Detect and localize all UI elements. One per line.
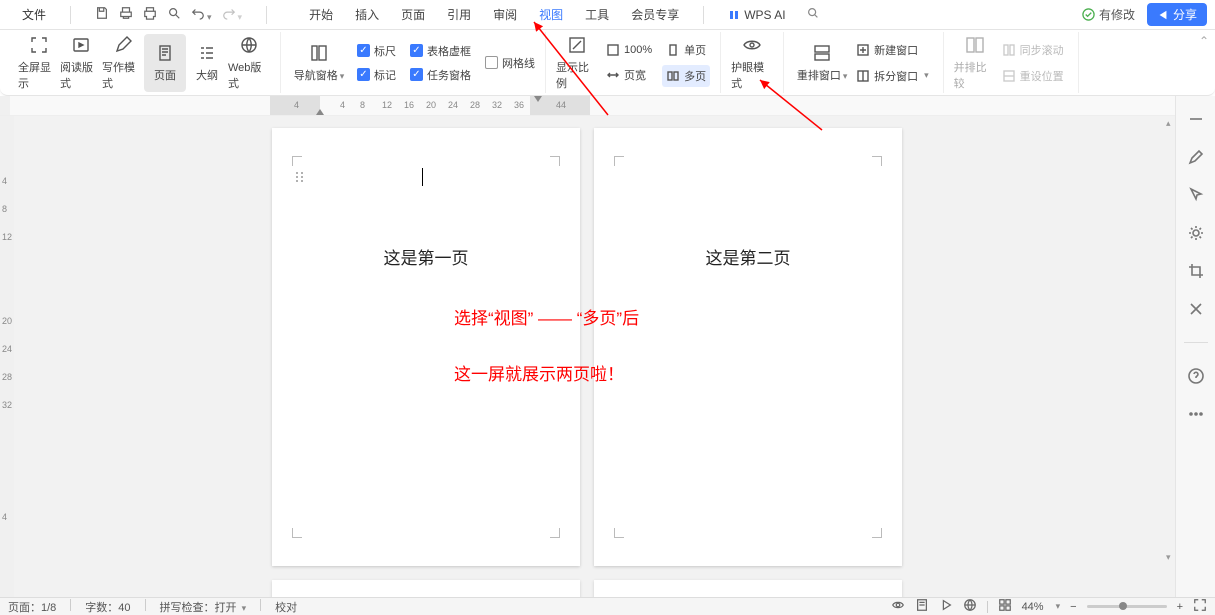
settings-icon[interactable]	[1187, 224, 1205, 242]
share-button[interactable]: 分享	[1147, 3, 1207, 26]
page-1[interactable]: 这是第一页	[272, 128, 580, 566]
annotation-line2: 这一屏就展示两页啦！	[454, 360, 624, 385]
redo-icon[interactable]: ▾	[222, 6, 243, 23]
group-compare: 并排比较 同步滚动 重设位置	[944, 32, 1079, 93]
group-eye: 护眼模式	[721, 32, 784, 93]
status-proofread[interactable]: 校对	[275, 599, 297, 615]
new-window-button[interactable]: 新建窗口	[852, 39, 933, 61]
rearrange-window-button[interactable]: 重排窗口▾	[794, 34, 850, 92]
reset-position-button: 重设位置	[998, 65, 1068, 87]
tab-reference[interactable]: 引用	[447, 6, 471, 23]
status-wordcount[interactable]: 字数：40	[85, 599, 130, 615]
cursor-icon[interactable]	[1187, 186, 1205, 204]
page-3-peek[interactable]	[272, 580, 580, 597]
outline-button[interactable]: 大纲	[186, 34, 228, 92]
status-bar: 页面：1/8 字数：40 拼写检查：打开 ▾ 校对 44%▾ − +	[0, 597, 1215, 615]
status-play-icon[interactable]	[939, 598, 953, 615]
save-icon[interactable]	[95, 6, 109, 23]
zoom-100-button[interactable]: 100%	[602, 40, 656, 60]
page-2[interactable]: 这是第二页	[594, 128, 902, 566]
ruler-checkbox[interactable]: 标尺	[357, 43, 396, 59]
eye-mode-button[interactable]: 护眼模式	[731, 34, 773, 92]
page-width-button[interactable]: 页宽	[602, 64, 656, 86]
pencil-icon[interactable]	[1187, 148, 1205, 166]
nav-pane-button[interactable]: 导航窗格▾	[291, 34, 347, 92]
status-grid-icon[interactable]	[998, 598, 1012, 615]
tab-insert[interactable]: 插入	[355, 6, 379, 23]
task-pane-checkbox[interactable]: 任务窗格	[410, 67, 471, 83]
group-navigation: 导航窗格▾ 标尺 标记 表格虚框 任务窗格 网格线	[281, 32, 546, 93]
print-preview-icon[interactable]	[119, 6, 133, 23]
search-icon[interactable]	[806, 6, 820, 23]
vertical-scrollbar[interactable]: ▴ ▾	[1165, 116, 1175, 597]
tab-review[interactable]: 审阅	[493, 6, 517, 23]
show-ratio-button[interactable]: 显示比例	[556, 34, 598, 92]
multi-page-button[interactable]: 多页	[662, 65, 710, 87]
print-icon[interactable]	[143, 6, 157, 23]
help-icon[interactable]	[1187, 367, 1205, 385]
status-page[interactable]: 页面：1/8	[8, 599, 56, 615]
web-layout-button[interactable]: Web版式	[228, 34, 270, 92]
workspace: 4 8 12 20 24 28 32 4 这是第一页 这是第二页 选择“视图”	[0, 116, 1175, 597]
fullscreen-button[interactable]: 全屏显示	[18, 34, 60, 92]
wps-ai-button[interactable]: WPS AI	[728, 8, 785, 22]
writing-mode-button[interactable]: 写作模式	[102, 34, 144, 92]
zoom-out-button[interactable]: −	[1070, 601, 1076, 613]
page-4-peek[interactable]	[594, 580, 902, 597]
zoom-slider[interactable]	[1087, 605, 1167, 608]
find-icon[interactable]	[167, 6, 181, 23]
crop-icon[interactable]	[1187, 262, 1205, 280]
menu-bar: 文件 ▾ ▾ 开始 插入 页面 引用 审阅 视图 工具 会员专享 WPS AI	[0, 0, 1215, 30]
more-icon[interactable]	[1187, 405, 1205, 423]
status-eye-icon[interactable]	[891, 598, 905, 615]
gridlines-checkbox[interactable]: 网格线	[485, 55, 535, 71]
group-view-mode: 全屏显示 阅读版式 写作模式 页面 大纲 Web版式	[8, 32, 281, 93]
status-zoom-label[interactable]: 44%	[1022, 601, 1044, 613]
page2-text: 这是第二页	[594, 244, 902, 269]
group-zoom: 显示比例 100% 页宽 单页 多页	[546, 32, 721, 93]
table-dashed-checkbox[interactable]: 表格虚框	[410, 43, 471, 59]
horizontal-ruler: 4 4 8 12 16 20 24 28 32 36 44	[0, 96, 1215, 116]
reading-mode-button[interactable]: 阅读版式	[60, 34, 102, 92]
status-spellcheck[interactable]: 拼写检查：打开 ▾	[160, 599, 247, 615]
page1-text: 这是第一页	[272, 244, 580, 269]
split-window-button[interactable]: 拆分窗口▾	[852, 65, 933, 87]
main-tabs: 开始 插入 页面 引用 审阅 视图 工具 会员专享	[309, 6, 679, 23]
tab-start[interactable]: 开始	[309, 6, 333, 23]
cross-tools-icon[interactable]	[1187, 300, 1205, 318]
sync-scroll-button: 同步滚动	[998, 39, 1068, 61]
group-window: 重排窗口▾ 新建窗口 拆分窗口▾	[784, 32, 944, 93]
document-canvas[interactable]: 这是第一页 这是第二页 选择“视图” —— “多页”后 这一屏就展示两页啦！	[14, 116, 1175, 597]
tab-view[interactable]: 视图	[539, 6, 563, 23]
undo-icon[interactable]: ▾	[191, 6, 212, 23]
file-menu[interactable]: 文件	[22, 6, 46, 23]
tab-member[interactable]: 会员专享	[631, 6, 679, 23]
single-page-button[interactable]: 单页	[662, 39, 710, 61]
right-sidebar	[1175, 96, 1215, 597]
ribbon-collapse-icon[interactable]: ⌃	[1199, 34, 1209, 48]
modified-badge[interactable]: 有修改	[1082, 6, 1135, 23]
annotation-line1: 选择“视图” —— “多页”后	[454, 304, 639, 329]
mark-checkbox[interactable]: 标记	[357, 67, 396, 83]
status-page-layout-icon[interactable]	[915, 598, 929, 615]
ribbon: 全屏显示 阅读版式 写作模式 页面 大纲 Web版式 导航窗格▾ 标尺 标记 表…	[0, 30, 1215, 96]
vertical-ruler: 4 8 12 20 24 28 32 4	[0, 116, 14, 597]
tab-tools[interactable]: 工具	[585, 6, 609, 23]
zoom-in-button[interactable]: +	[1177, 601, 1183, 613]
status-globe-icon[interactable]	[963, 598, 977, 615]
drag-handle-icon[interactable]	[296, 172, 304, 182]
minus-icon[interactable]	[1187, 110, 1205, 128]
page-view-button[interactable]: 页面	[144, 34, 186, 92]
text-cursor	[422, 168, 423, 186]
side-compare-button[interactable]: 并排比较	[954, 34, 996, 92]
tab-page[interactable]: 页面	[401, 6, 425, 23]
status-fullscreen-icon[interactable]	[1193, 598, 1207, 615]
